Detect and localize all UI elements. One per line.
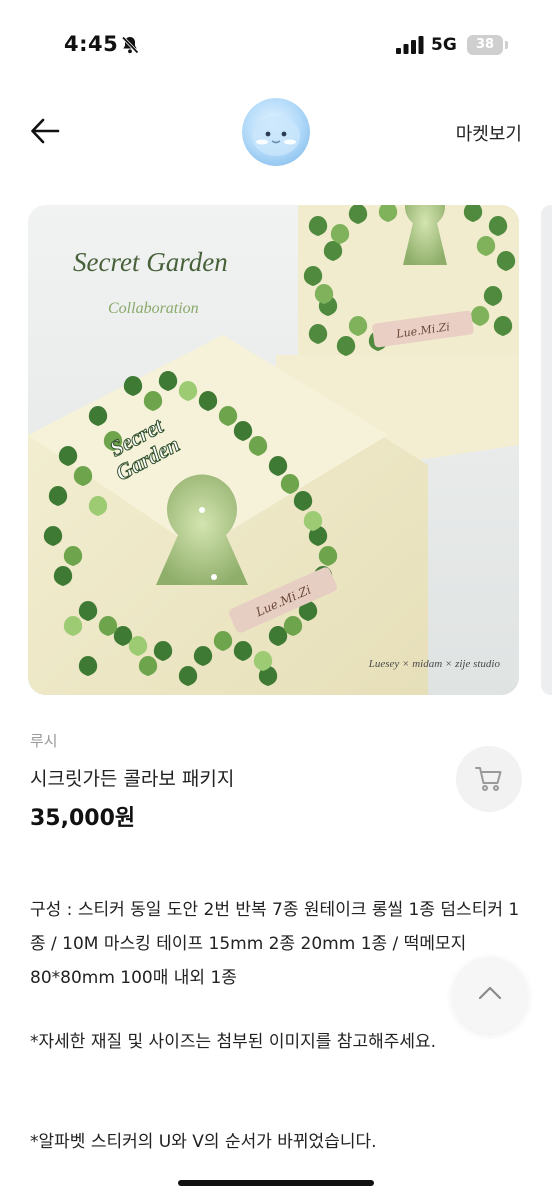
image-credit: Luesey × midam × zije studio [368, 658, 501, 670]
image-subline: Collaboration [108, 300, 199, 317]
network-type: 5G [431, 35, 457, 55]
status-bar: 4:45 5G 38 [0, 0, 552, 92]
add-to-cart-button[interactable] [456, 746, 522, 812]
next-image-peek[interactable] [541, 205, 552, 695]
status-time: 4:45 [64, 32, 119, 56]
product-image-carousel[interactable]: Lue.Mi.Zi Secret Garden Collaboration Se… [28, 205, 519, 695]
seller-avatar[interactable] [242, 98, 310, 166]
bell-slash-icon [121, 36, 139, 54]
description-note-order: *알파벳 스티커의 U와 V의 순서가 바뀌었습니다. [30, 1132, 377, 1152]
description-note-size: *자세한 재질 및 사이즈는 첨부된 이미지를 참고해주세요. [30, 1032, 437, 1052]
battery-indicator: 38 [467, 35, 508, 55]
scroll-to-top-button[interactable] [452, 957, 528, 1033]
seller-name[interactable]: 루시 [30, 730, 58, 751]
product-photo: Lue.Mi.Zi Secret Garden Collaboration Se… [28, 205, 519, 695]
product-title: 시크릿가든 콜라보 패키지 [30, 768, 235, 790]
chevron-up-icon [478, 986, 502, 1000]
shopping-cart-icon [475, 767, 502, 791]
market-view-link[interactable]: 마켓보기 [456, 120, 522, 146]
signal-icon [396, 36, 424, 54]
product-price: 35,000원 [30, 806, 136, 831]
home-indicator[interactable] [178, 1180, 374, 1186]
app-header: 마켓보기 [0, 92, 552, 172]
arrow-left-icon[interactable] [28, 114, 62, 148]
image-headline: Secret Garden [73, 247, 228, 277]
